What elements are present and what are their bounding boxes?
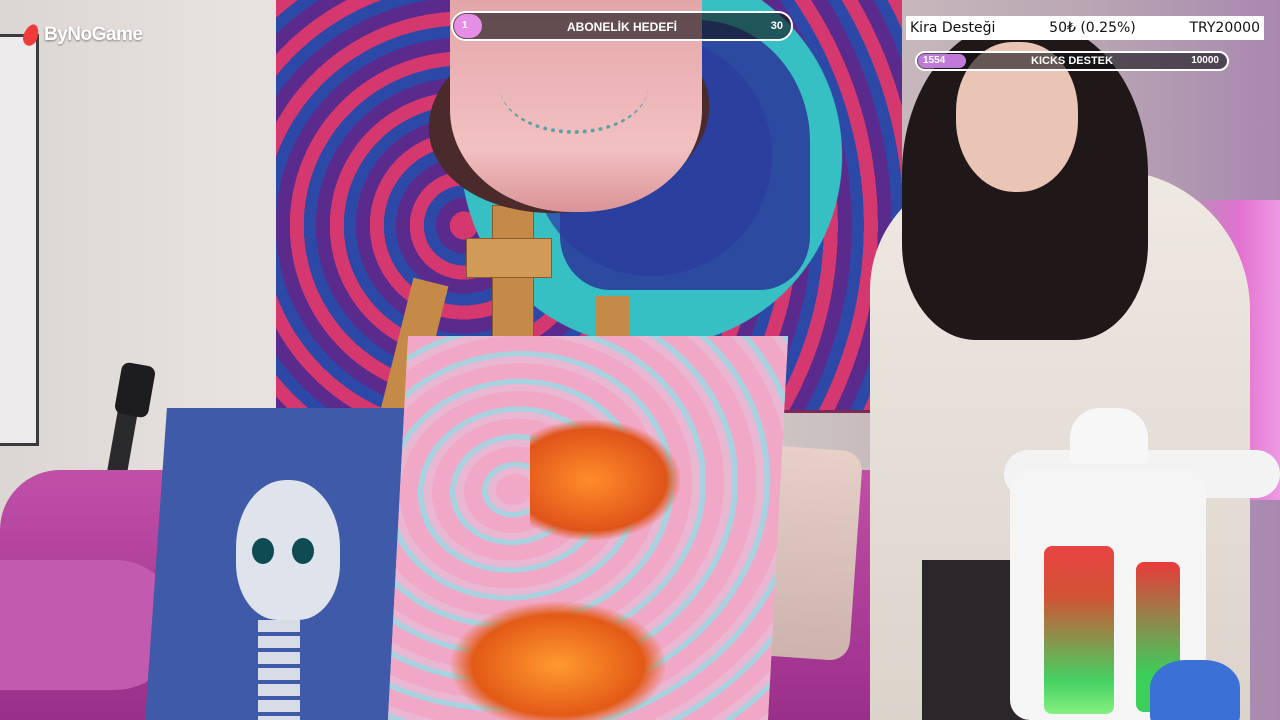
skull-eye: [292, 538, 314, 564]
window: [0, 34, 39, 446]
subscriber-goal-title: ABONELİK HEDEFİ: [566, 20, 677, 34]
subscriber-goal-target: 30: [770, 20, 783, 32]
goldfish: [530, 420, 680, 540]
bynogame-logo: ByNoGame: [22, 22, 143, 48]
kicks-support-target: 10000: [1191, 55, 1219, 66]
hat-band: [500, 40, 648, 134]
easel-clamp: [466, 238, 552, 278]
logo-text: ByNoGame: [44, 24, 143, 45]
skull-eye: [252, 538, 274, 564]
rent-support-label: Kira Desteği: [910, 20, 996, 36]
webcam-feed: [0, 0, 1280, 720]
mic-rgb-grill: [1044, 546, 1114, 714]
stitch-keychain: [1150, 660, 1240, 720]
skull-spine: [258, 620, 300, 720]
rent-support-goal: TRY20000: [1189, 20, 1260, 36]
subscriber-goal-bar: 1 ABONELİK HEDEFİ 30: [451, 11, 793, 41]
mic-top: [1070, 408, 1148, 464]
goldfish: [448, 600, 668, 720]
kicks-support-bar: 1554 KICKS DESTEK 10000: [915, 51, 1229, 71]
rent-support-amount: 50₺ (0.25%): [1049, 20, 1136, 36]
bynogame-logo-icon: [22, 24, 40, 46]
rent-support-panel: Kira Desteği 50₺ (0.25%) TRY20000: [906, 16, 1264, 40]
kicks-support-title: KICKS DESTEK: [1031, 55, 1113, 67]
